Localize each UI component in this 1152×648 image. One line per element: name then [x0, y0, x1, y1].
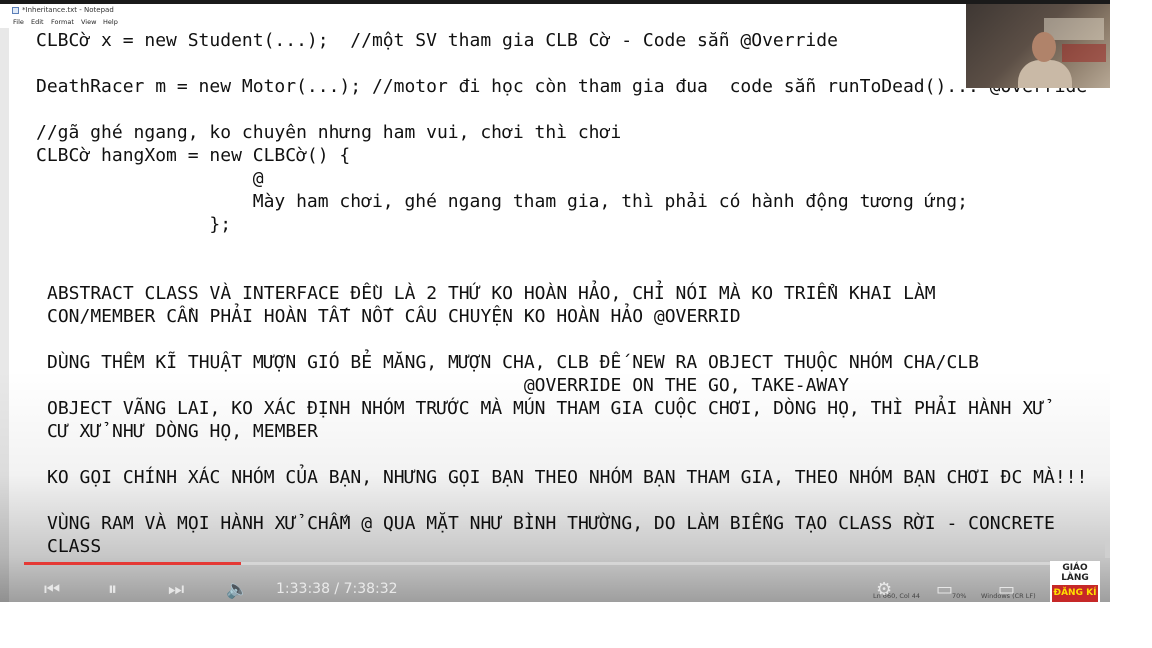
code-line: //gã ghé ngang, ko chuyên nhưng ham vui,…	[36, 122, 622, 143]
channel-watermark[interactable]: GIÁO LÀNG ĐĂNG KÍ	[1050, 561, 1100, 602]
skip-next-icon[interactable]: ⏭	[168, 578, 184, 602]
note-line: CLASS	[47, 536, 102, 557]
player-controls: ⏮ ⏸ ⏭ 🔈 1:33:38 / 7:38:32 Ln 660, Col 44…	[0, 578, 1110, 602]
video-frame[interactable]: *Inheritance.txt - Notepad File Edit For…	[0, 0, 1110, 602]
window-title: *Inheritance.txt - Notepad	[22, 6, 114, 14]
note-line: CON/MEMBER CẦN PHẢI HOÀN TẤT NỐT CÂU CHU…	[47, 306, 741, 327]
code-line: };	[36, 214, 232, 235]
notepad-titlebar: *Inheritance.txt - Notepad	[0, 4, 1110, 17]
note-line: OBJECT VÃNG LAI, KO XÁC ĐỊNH NHÓM TRƯỚC …	[47, 398, 1044, 419]
code-line: CLBCờ x = new Student(...); //một SV tha…	[36, 30, 838, 51]
note-line: KO GỌI CHÍNH XÁC NHÓM CỦA BẠN, NHƯNG GỌI…	[47, 467, 1088, 488]
note-line: DÙNG THÊM KĨ THUẬT MƯỢN GIÓ BẺ MĂNG, MƯỢ…	[47, 352, 979, 373]
fullscreen-icon[interactable]: ▭	[998, 578, 1015, 602]
pause-icon[interactable]: ⏸	[108, 578, 117, 602]
menu-help[interactable]: Help	[103, 17, 118, 28]
volume-icon[interactable]: 🔈	[226, 578, 248, 602]
presenter-head	[1032, 32, 1056, 62]
status-zoom: 70%	[952, 592, 967, 600]
menu-view[interactable]: View	[81, 17, 96, 28]
note-line: VÙNG RAM VÀ MỌI HÀNH XỬ CHẤM @ QUA MẶT N…	[47, 513, 1055, 534]
text-editor[interactable]: CLBCờ x = new Student(...); //một SV tha…	[9, 28, 1109, 602]
subscribe-button[interactable]: ĐĂNG KÍ	[1052, 585, 1098, 602]
note-line: @OVERRIDE ON THE GO, TAKE-AWAY	[47, 375, 849, 396]
presenter-body	[1018, 60, 1072, 88]
skip-back-icon[interactable]: ⏮	[44, 578, 60, 602]
progress-fill[interactable]	[24, 562, 241, 565]
menu-bar: File Edit Format View Help	[0, 17, 1110, 28]
note-line: CƯ XỬ NHƯ DÒNG HỌ, MEMBER	[47, 421, 318, 442]
miniplayer-icon[interactable]: ▭	[936, 578, 953, 602]
code-line: CLBCờ hangXom = new CLBCờ() {	[36, 145, 351, 166]
code-line: Mày ham chơi, ghé ngang tham gia, thì ph…	[36, 191, 968, 212]
note-line: ABSTRACT CLASS VÀ INTERFACE ĐỀU LÀ 2 THỨ…	[47, 283, 936, 304]
scrollbar-thumb[interactable]	[1105, 540, 1110, 558]
webcam-overlay	[966, 4, 1110, 88]
menu-edit[interactable]: Edit	[31, 17, 44, 28]
menu-format[interactable]: Format	[51, 17, 74, 28]
code-line: DeathRacer m = new Motor(...); //motor đ…	[36, 76, 1088, 97]
code-line: @	[36, 168, 264, 189]
menu-file[interactable]: File	[13, 17, 24, 28]
notepad-icon	[12, 7, 19, 14]
settings-icon[interactable]: ⚙	[876, 578, 892, 602]
left-margin	[0, 28, 9, 602]
channel-name: GIÁO LÀNG	[1061, 563, 1089, 583]
time-display: 1:33:38 / 7:38:32	[276, 581, 398, 597]
webcam-background-shelf	[1062, 44, 1106, 62]
